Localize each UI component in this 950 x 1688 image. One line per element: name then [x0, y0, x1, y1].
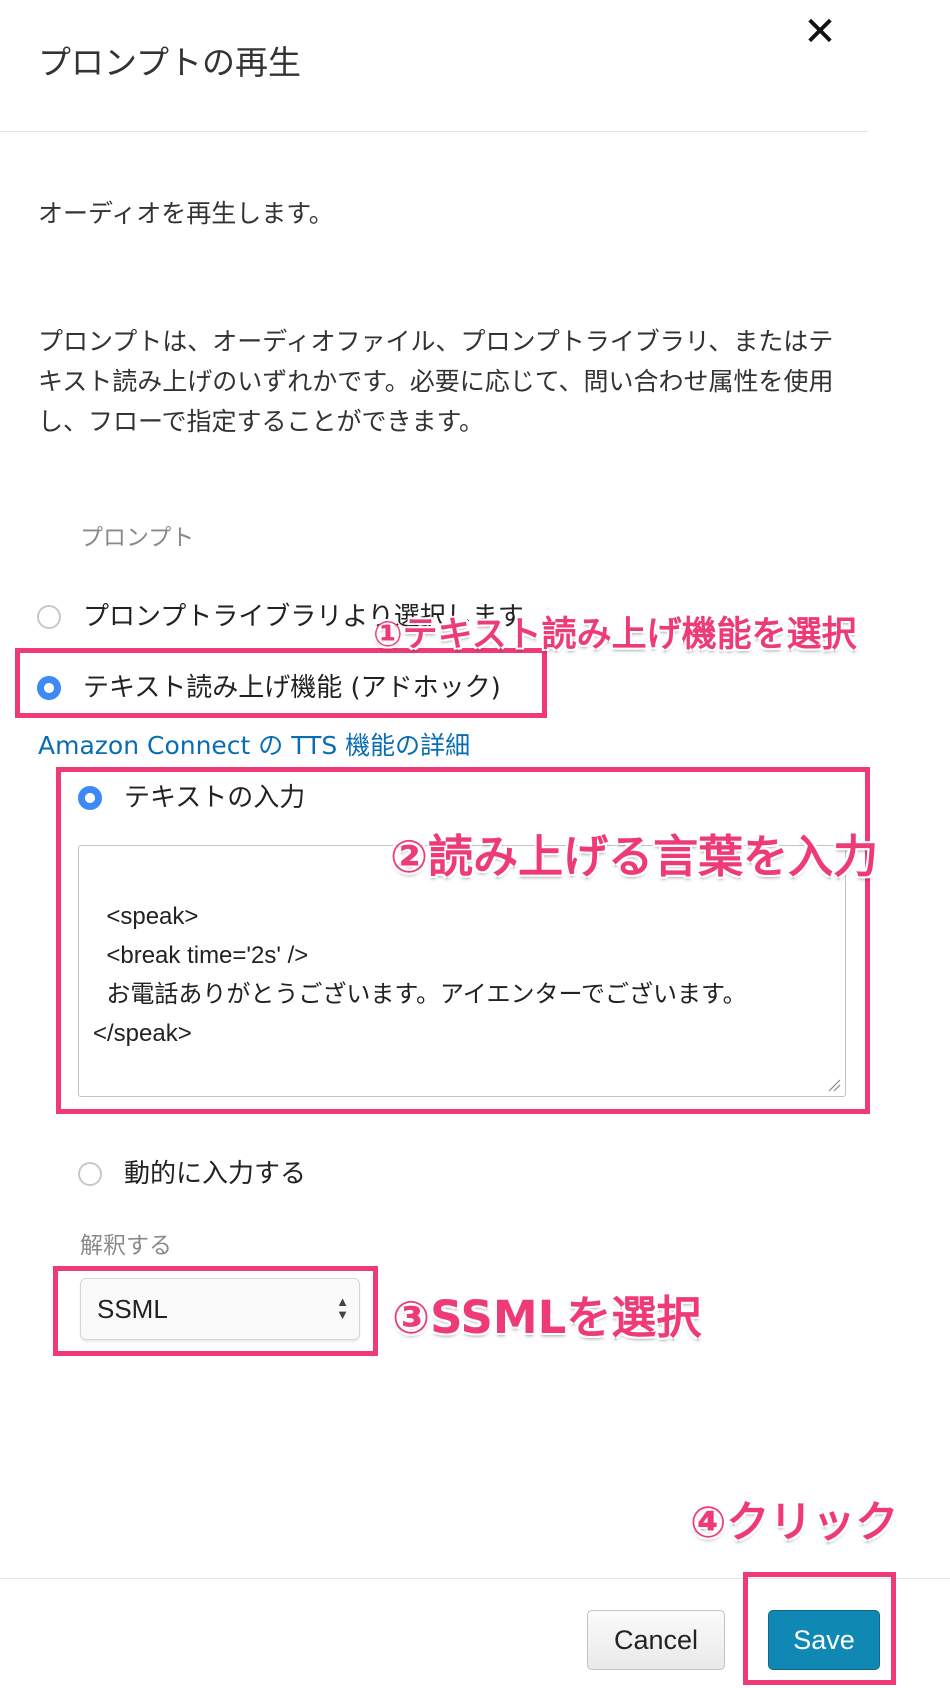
radio-dynamic-input-label[interactable]: 動的に入力する	[124, 1153, 306, 1190]
close-icon[interactable]: ✕	[800, 10, 840, 54]
annotation-step3: ③SSMLを選択	[392, 1291, 702, 1344]
annotation-step2: ②読み上げる言葉を入力	[390, 830, 879, 883]
radio-text-to-speech-label[interactable]: テキスト読み上げ機能 (アドホック)	[83, 667, 501, 704]
interpret-label: 解釈する	[80, 1233, 172, 1259]
radio-enter-text-label[interactable]: テキストの入力	[124, 777, 305, 814]
select-arrows-icon: ▲ ▼	[336, 1294, 349, 1322]
interpret-select-value: SSML	[97, 1294, 168, 1324]
resize-handle-icon[interactable]	[827, 1078, 841, 1092]
header-divider	[0, 131, 868, 132]
tts-text-value: <speak> <break time='2s' /> お電話ありがとうございま…	[93, 903, 747, 1047]
radio-prompt-library[interactable]	[37, 605, 61, 629]
cancel-button[interactable]: Cancel	[587, 1610, 725, 1670]
dialog-description: オーディオを再生します。	[38, 199, 334, 228]
radio-dynamic-input[interactable]	[78, 1162, 102, 1186]
dialog-title: プロンプトの再生	[38, 43, 302, 82]
annotation-step4: ④クリック	[690, 1498, 899, 1548]
radio-text-to-speech[interactable]	[37, 676, 61, 700]
radio-enter-text[interactable]	[78, 786, 102, 810]
footer-divider	[0, 1578, 950, 1579]
save-button[interactable]: Save	[768, 1610, 880, 1670]
tts-details-link[interactable]: Amazon Connect の TTS 機能の詳細	[38, 726, 470, 762]
dialog-detail: プロンプトは、オーディオファイル、プロンプトライブラリ、またはテキスト読み上げの…	[38, 327, 834, 436]
interpret-select[interactable]: SSML ▲ ▼	[80, 1278, 360, 1340]
prompt-section-label: プロンプト	[80, 525, 195, 551]
annotation-step1: ①テキスト読み上げ機能を選択	[373, 615, 857, 655]
